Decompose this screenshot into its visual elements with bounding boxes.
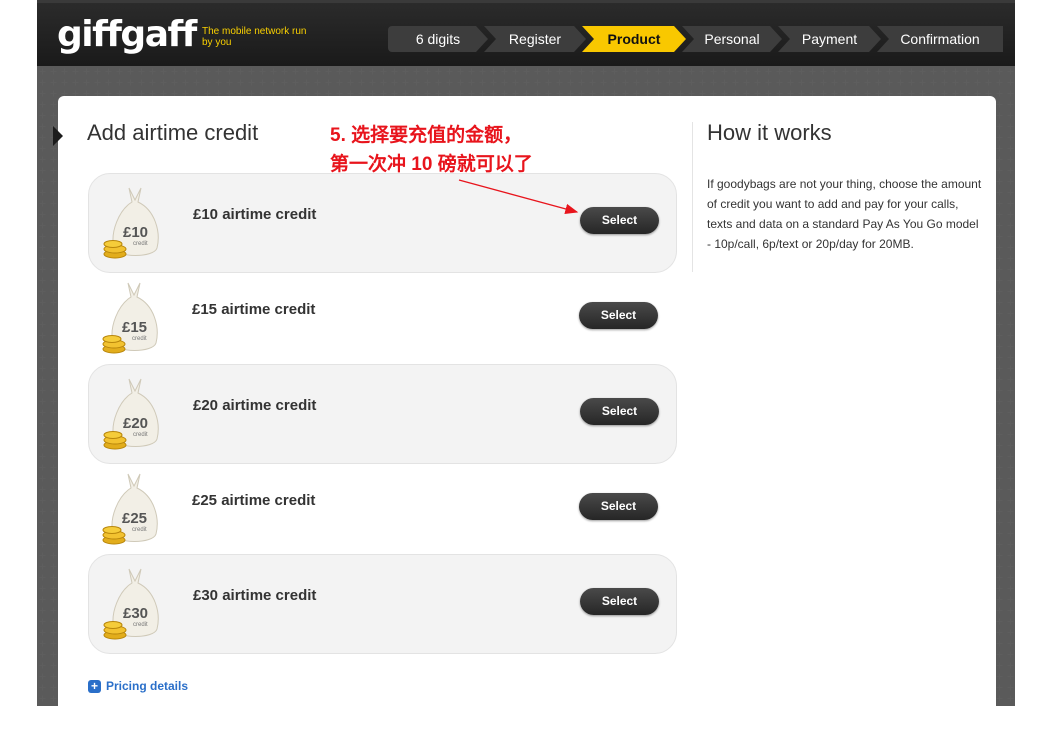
sidebar-text: If goodybags are not your thing, choose … xyxy=(707,177,982,251)
bag-sub: credit xyxy=(132,336,147,342)
credit-option-30: £30 credit £30 airtime credit Select xyxy=(88,554,677,654)
bag-sub: credit xyxy=(133,622,148,628)
credit-option-15: £15 credit £15 airtime credit Select xyxy=(88,269,677,369)
select-15-button[interactable]: Select xyxy=(579,302,658,329)
step-label: Register xyxy=(508,31,562,47)
credit-option-25: £25 credit £25 airtime credit Select xyxy=(88,460,677,560)
pricing-details-label[interactable]: Pricing details xyxy=(106,679,188,693)
bag-amount: £15 xyxy=(122,319,147,336)
bag-amount: £25 xyxy=(122,510,147,527)
select-20-button[interactable]: Select xyxy=(580,398,659,425)
select-30-button[interactable]: Select xyxy=(580,588,659,615)
bag-amount: £10 xyxy=(123,224,148,241)
select-10-button[interactable]: Select xyxy=(580,207,659,234)
money-bag-icon: £15 credit xyxy=(102,282,158,354)
step-label: Payment xyxy=(801,31,858,47)
money-bag-icon: £10 credit xyxy=(103,187,159,259)
step-label: Personal xyxy=(704,31,760,47)
credit-option-20: £20 credit £20 airtime credit Select xyxy=(88,364,677,464)
checkout-steps: 6 digits Register Product Personal Payme… xyxy=(388,26,1003,52)
bag-amount: £20 xyxy=(123,415,148,432)
money-bag-icon: £30 credit xyxy=(103,568,159,640)
panel-pointer xyxy=(53,126,63,146)
step-product: Product xyxy=(582,26,686,52)
step-register: Register xyxy=(484,26,586,52)
pricing-details-link[interactable]: + Pricing details xyxy=(88,678,188,694)
step-personal: Personal xyxy=(682,26,782,52)
page: giffgaff The mobile network run by you 6… xyxy=(0,0,1052,744)
annotation-text-line2: 第一次冲 10 磅就可以了 xyxy=(330,154,533,175)
bag-sub: credit xyxy=(133,241,148,247)
step-payment: Payment xyxy=(778,26,881,52)
bag-sub: credit xyxy=(133,432,148,438)
column-divider xyxy=(692,122,693,272)
sidebar-title: How it works xyxy=(707,120,832,145)
option-label: £20 airtime credit xyxy=(193,397,317,414)
tagline: The mobile network run by you xyxy=(202,26,307,48)
option-label: £25 airtime credit xyxy=(192,492,316,509)
bag-amount: £30 xyxy=(123,605,148,622)
page-title: Add airtime credit xyxy=(87,120,259,145)
credit-option-10: £10 credit £10 airtime credit Select xyxy=(88,173,677,273)
money-bag-icon: £25 credit xyxy=(102,473,158,545)
annotation-text-line1: 5. 选择要充值的金额， xyxy=(330,125,523,146)
giffgaff-logo[interactable]: giffgaff xyxy=(57,15,197,55)
step-label: 6 digits xyxy=(415,31,461,47)
expand-plus-icon[interactable]: + xyxy=(88,679,101,693)
bag-sub: credit xyxy=(132,527,147,533)
option-label: £15 airtime credit xyxy=(192,301,316,318)
option-label: £10 airtime credit xyxy=(193,206,317,223)
money-bag-icon: £20 credit xyxy=(103,378,159,450)
step-6-digits: 6 digits xyxy=(388,26,488,52)
select-25-button[interactable]: Select xyxy=(579,493,658,520)
step-label: Product xyxy=(607,31,661,47)
site-header: giffgaff The mobile network run by you 6… xyxy=(37,0,1015,66)
step-label: Confirmation xyxy=(900,31,980,47)
option-label: £30 airtime credit xyxy=(193,587,317,604)
step-confirmation: Confirmation xyxy=(877,26,1003,52)
